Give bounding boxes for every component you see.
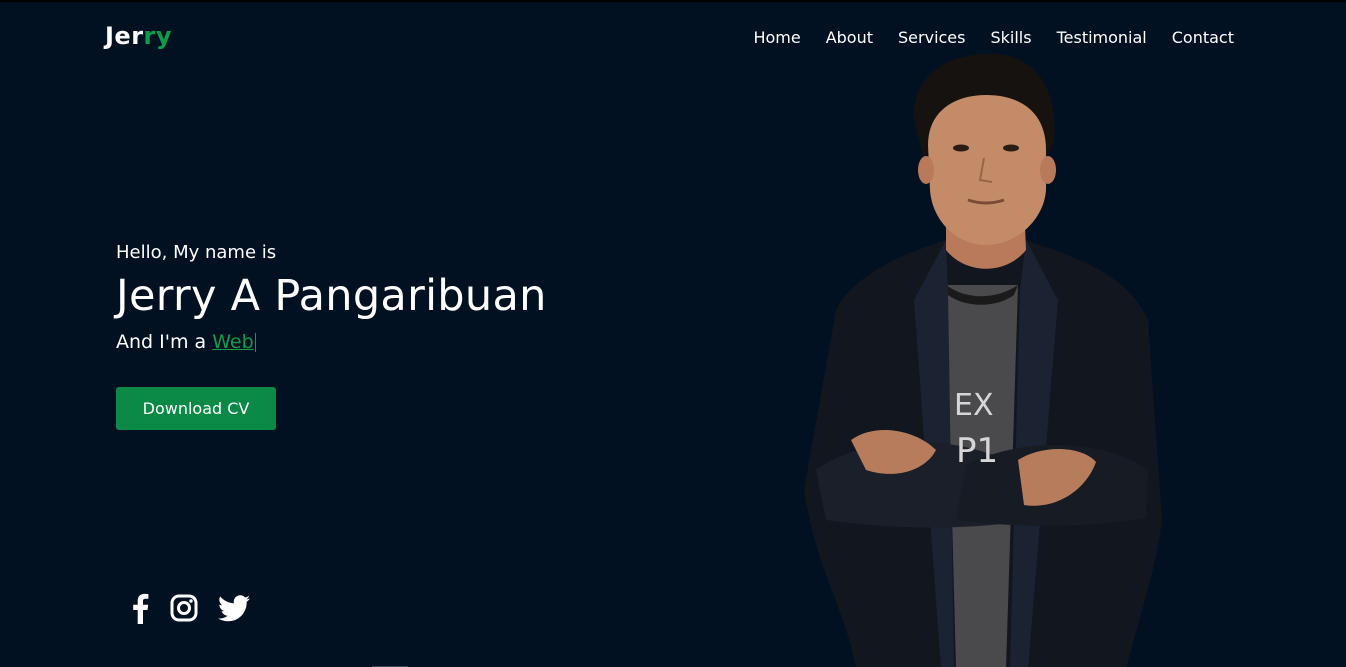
instagram-icon[interactable] — [170, 594, 198, 626]
twitter-icon[interactable] — [218, 594, 250, 626]
logo-text-accent: ry — [143, 22, 173, 50]
site-logo[interactable]: Jerry — [105, 22, 172, 50]
typing-cursor — [254, 333, 256, 352]
hero-text: Hello, My name is Jerry A Pangaribuan An… — [116, 242, 547, 353]
main-nav: Home About Services Skills Testimonial C… — [753, 28, 1234, 47]
nav-testimonial[interactable]: Testimonial — [1057, 28, 1147, 47]
nav-contact[interactable]: Contact — [1172, 28, 1234, 47]
facebook-icon[interactable] — [130, 592, 150, 628]
logo-text: Jer — [105, 22, 144, 50]
hero-greeting: Hello, My name is — [116, 242, 277, 263]
profile-photo: EX P1 — [796, 50, 1168, 667]
hero-role: And I'm a Web — [116, 331, 547, 353]
page: Jerry Home About Services Skills Testimo… — [0, 0, 1346, 667]
role-prefix: And I'm a — [116, 331, 213, 353]
role-typed-text: Web — [212, 331, 254, 353]
nav-services[interactable]: Services — [898, 28, 965, 47]
nav-skills[interactable]: Skills — [990, 28, 1031, 47]
hero-name: Jerry A Pangaribuan — [116, 271, 547, 321]
svg-text:P1: P1 — [956, 431, 998, 471]
svg-text:EX: EX — [954, 388, 994, 423]
social-links — [130, 592, 250, 628]
nav-home[interactable]: Home — [753, 28, 800, 47]
download-cv-button[interactable]: Download CV — [116, 387, 276, 430]
nav-about[interactable]: About — [826, 28, 873, 47]
